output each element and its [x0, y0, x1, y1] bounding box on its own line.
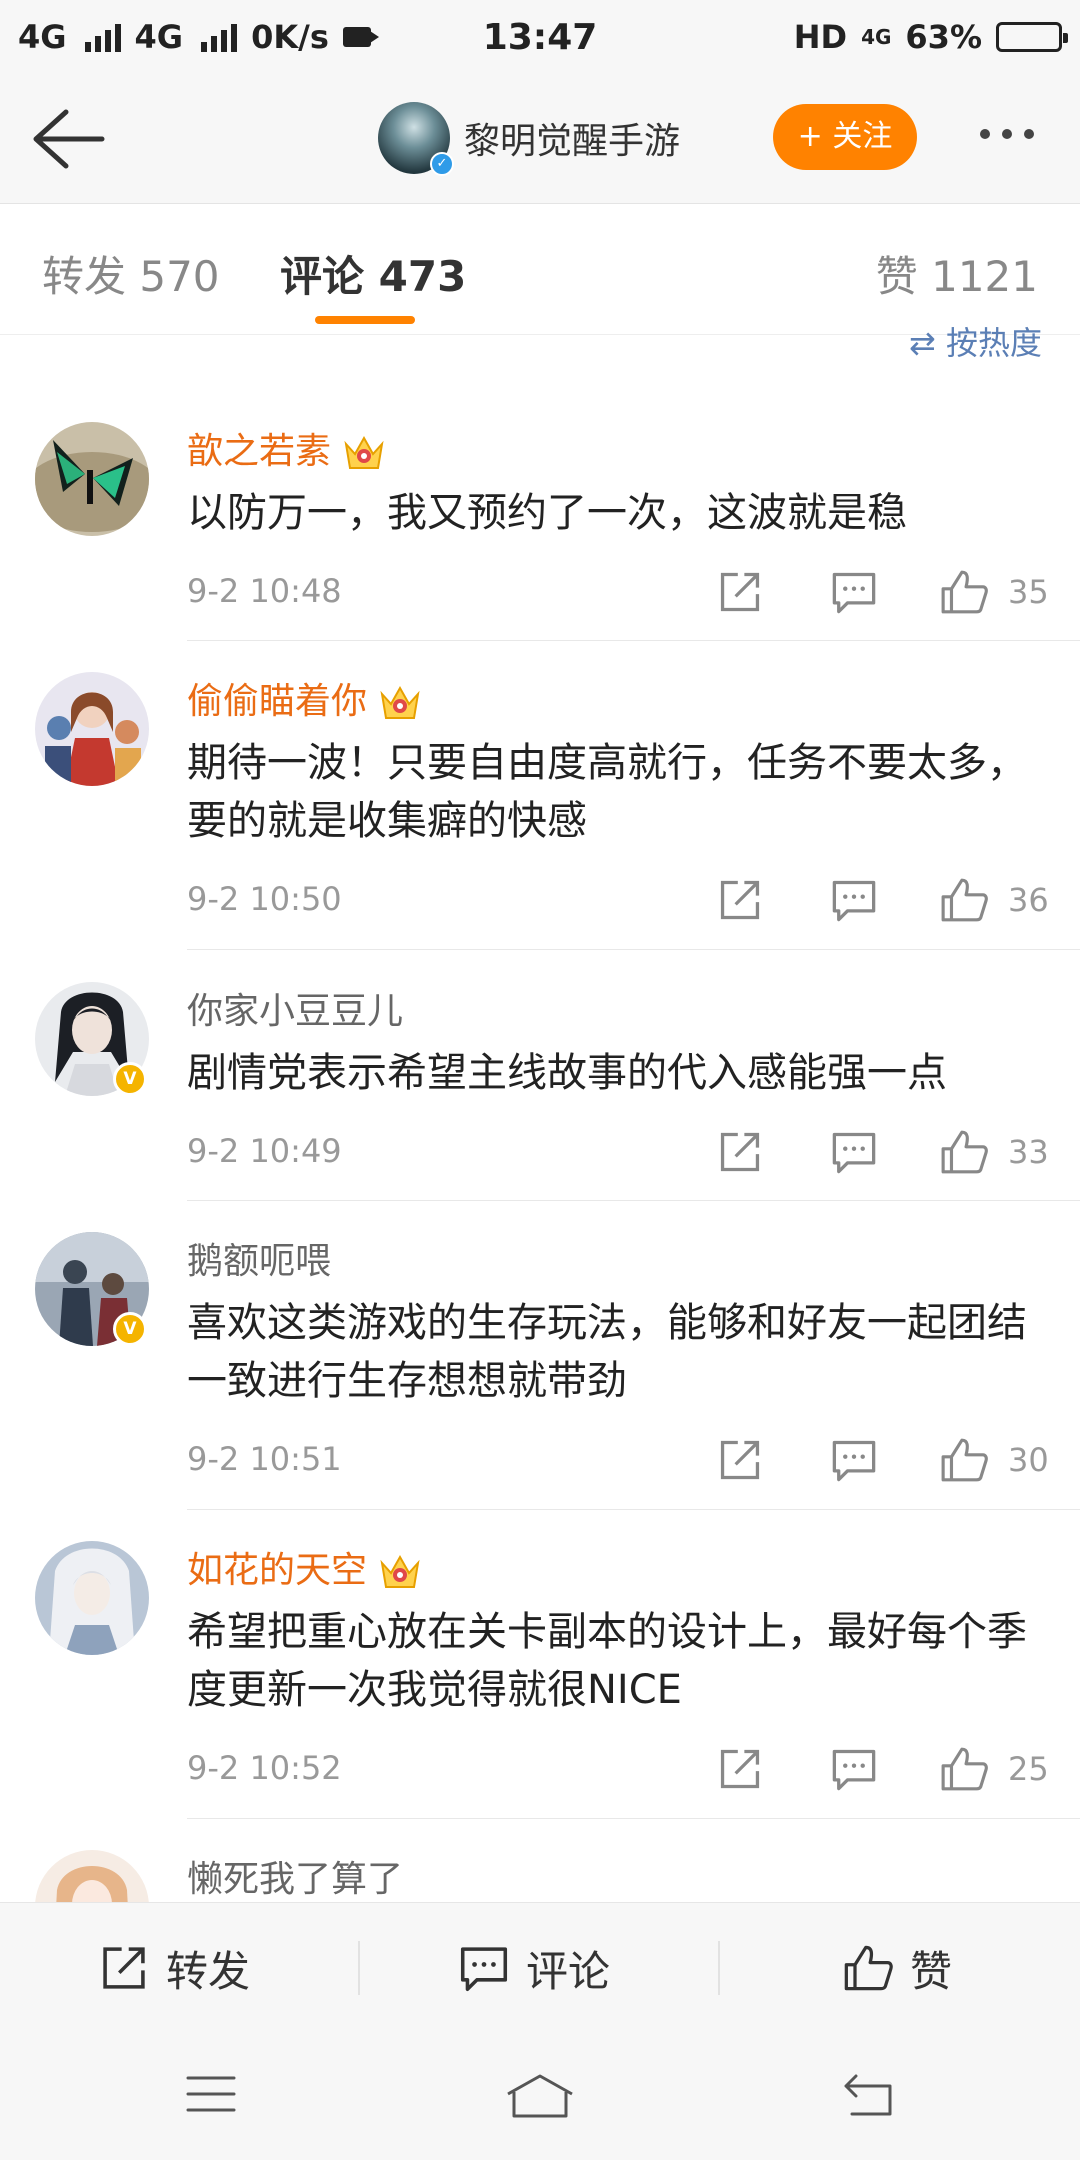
username[interactable]: 懒死我了算了 — [187, 1850, 403, 1902]
comment-text: 喜欢这类游戏的生存玩法，能够和好友一起团结一致进行生存想想就带劲 — [187, 1300, 1027, 1404]
comment-time: 9-2 10:48 — [187, 572, 342, 610]
more-options-icon[interactable] — [980, 129, 1034, 139]
signal-icon-2 — [201, 22, 238, 52]
share-icon[interactable] — [710, 1436, 770, 1484]
tab-comments[interactable]: 评论 473 — [280, 243, 466, 304]
tab-likes[interactable]: 赞 1121 — [876, 243, 1038, 304]
like-icon[interactable] — [934, 1436, 994, 1484]
vip-crown-icon — [344, 435, 384, 469]
separator — [358, 1941, 360, 1995]
bottom-action-bar: 转发 评论 赞 — [0, 1902, 1080, 2032]
like-count: 33 — [1008, 1133, 1049, 1171]
share-icon[interactable] — [710, 1745, 770, 1793]
user-avatar[interactable] — [35, 422, 149, 536]
verified-badge-icon: V — [113, 1062, 147, 1096]
battery-percent: 63% — [905, 18, 982, 56]
back-icon[interactable] — [840, 2072, 896, 2118]
username-text[interactable]: 歆之若素 — [187, 431, 331, 472]
user-avatar[interactable] — [35, 672, 149, 786]
signal-icon — [84, 22, 121, 52]
verified-badge-icon: ✓ — [430, 152, 454, 176]
comment-time: 9-2 10:49 — [187, 1132, 342, 1170]
comment-time: 9-2 10:52 — [187, 1749, 342, 1787]
like-count: 36 — [1008, 881, 1049, 919]
back-arrow-icon[interactable] — [30, 106, 106, 172]
like-count: 30 — [1008, 1441, 1049, 1479]
like-button[interactable]: 赞 — [842, 1903, 952, 2033]
network-speed: 0K/s — [251, 18, 329, 56]
comment-label: 评论 — [526, 1946, 611, 1996]
active-tab-indicator — [315, 316, 415, 324]
user-avatar[interactable] — [35, 1541, 149, 1655]
share-icon[interactable] — [710, 876, 770, 924]
like-count: 25 — [1008, 1750, 1049, 1788]
comment-icon[interactable] — [824, 876, 884, 924]
share-icon[interactable] — [710, 568, 770, 616]
comment-icon[interactable] — [824, 1436, 884, 1484]
system-navigation-bar — [0, 2032, 1080, 2160]
username[interactable]: 如花的天空 — [187, 1541, 421, 1593]
share-icon[interactable] — [710, 1128, 770, 1176]
follow-button[interactable]: + 关注 — [773, 104, 917, 170]
comment-icon — [460, 1947, 508, 1992]
tab-repost[interactable]: 转发 570 — [42, 243, 220, 304]
network-label-3: 4G — [861, 25, 892, 49]
like-icon — [844, 1945, 893, 1991]
divider — [187, 640, 1080, 641]
tab-bar: 转发 570 评论 473 赞 1121 — [0, 205, 1080, 335]
comment-text: 以防万一，我又预约了一次，这波就是稳 — [187, 490, 907, 536]
verified-badge-icon: V — [113, 1312, 147, 1346]
vip-crown-icon — [380, 1554, 420, 1588]
comment-time: 9-2 10:51 — [187, 1440, 342, 1478]
divider — [187, 949, 1080, 950]
comment-text: 剧情党表示希望主线故事的代入感能强一点 — [187, 1050, 947, 1096]
comment-text: 希望把重心放在关卡副本的设计上，最好每个季度更新一次我觉得就很NICE — [187, 1609, 1027, 1713]
battery-icon — [996, 22, 1068, 52]
comment-icon[interactable] — [824, 1128, 884, 1176]
account-name[interactable]: 黎明觉醒手游 — [464, 112, 680, 164]
username[interactable]: 歆之若素 — [187, 422, 385, 474]
divider — [187, 1509, 1080, 1510]
like-icon[interactable] — [934, 1128, 994, 1176]
like-label: 赞 — [910, 1946, 953, 1996]
account-info[interactable]: ✓ 黎明觉醒手游 — [378, 102, 680, 176]
network-label-2: 4G — [134, 18, 184, 56]
status-bar: 4G 4G 0K/s 13:47 HD 4G 63% — [0, 0, 1080, 74]
network-label: 4G — [18, 18, 67, 56]
comment-icon[interactable] — [824, 1745, 884, 1793]
repost-button[interactable]: 转发 — [98, 1903, 250, 2033]
divider — [187, 1818, 1080, 1819]
hd-label: HD — [793, 18, 848, 56]
sort-by-hot-button[interactable]: ⇄ 按热度 — [909, 318, 1042, 364]
top-nav-bar: ✓ 黎明觉醒手游 + 关注 — [0, 74, 1080, 204]
video-icon — [342, 27, 379, 47]
username[interactable]: 偷偷瞄着你 — [187, 672, 421, 724]
menu-icon[interactable] — [184, 2072, 238, 2116]
username[interactable]: 你家小豆豆儿 — [187, 982, 403, 1034]
comment-icon[interactable] — [824, 568, 884, 616]
account-avatar[interactable]: ✓ — [378, 102, 454, 176]
username-text[interactable]: 偷偷瞄着你 — [187, 681, 367, 722]
username[interactable]: 鹅额呃喂 — [187, 1232, 331, 1284]
username-text[interactable]: 如花的天空 — [187, 1550, 367, 1591]
comment-button[interactable]: 评论 — [458, 1903, 610, 2033]
like-icon[interactable] — [934, 1745, 994, 1793]
comment-time: 9-2 10:50 — [187, 880, 342, 918]
like-count: 35 — [1008, 573, 1049, 611]
home-icon[interactable] — [504, 2072, 576, 2120]
like-icon[interactable] — [934, 568, 994, 616]
separator — [718, 1941, 720, 1995]
comment-text: 期待一波！只要自由度高就行，任务不要太多，要的就是收集癖的快感 — [187, 740, 1027, 844]
repost-label: 转发 — [166, 1946, 251, 1996]
like-icon[interactable] — [934, 876, 994, 924]
share-icon — [103, 1947, 145, 1989]
vip-crown-icon — [380, 685, 420, 719]
divider — [187, 1200, 1080, 1201]
